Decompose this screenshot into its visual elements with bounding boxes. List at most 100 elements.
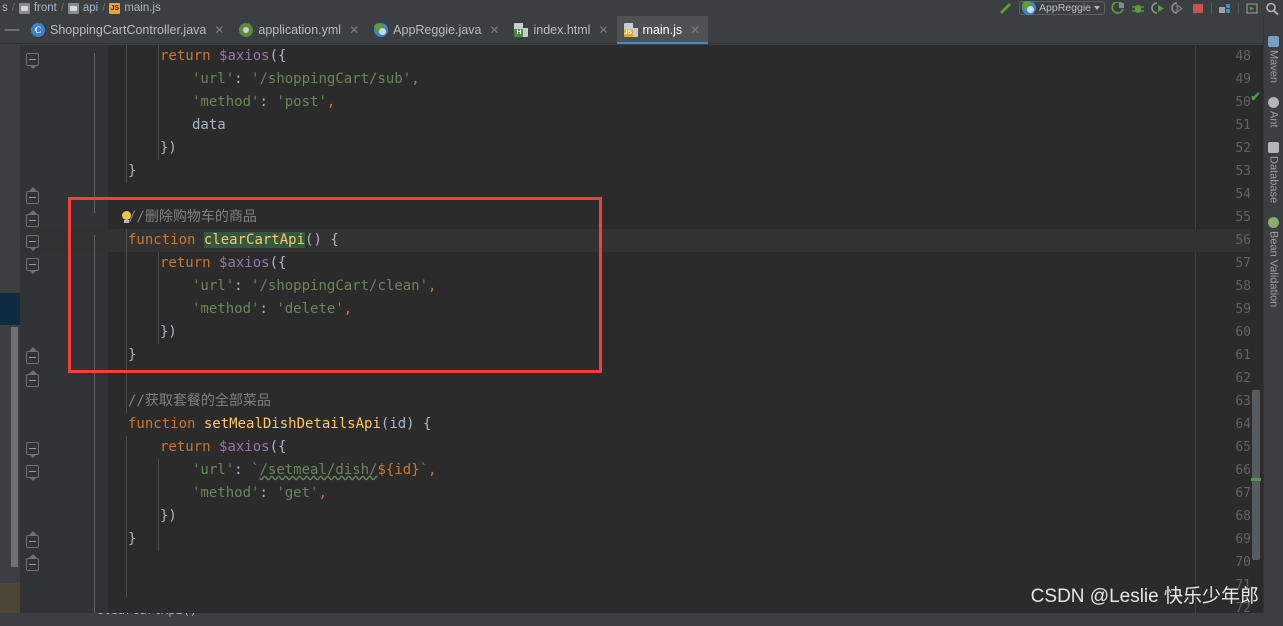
code-line[interactable]: 53} (20, 160, 1263, 183)
code-line[interactable]: 66 'url': `/setmeal/dish/${id}`, (20, 459, 1263, 482)
code-text: } (128, 163, 137, 179)
yaml-file-icon (239, 23, 254, 37)
line-number: 63 (1235, 394, 1251, 409)
toolwindow-bean-validation[interactable]: Bean Validation (1268, 216, 1280, 307)
code-line[interactable]: 65 return $axios({ (20, 436, 1263, 459)
line-number: 48 (1235, 49, 1251, 64)
line-number: 56 (1235, 233, 1251, 248)
code-text: 'url': '/shoppingCart/sub', (192, 71, 420, 87)
code-editor[interactable]: 48 return $axios({ 49 'url': '/shoppingCart… (20, 45, 1263, 613)
code-line[interactable]: 54 (20, 183, 1263, 206)
line-number: 58 (1235, 279, 1251, 294)
run-configuration-label: AppReggie (1039, 2, 1091, 14)
editor-scrollbar-thumb[interactable] (1252, 390, 1260, 560)
line-number: 49 (1235, 72, 1251, 87)
indent-guide (158, 45, 159, 160)
tab-appreggie-java[interactable]: AppReggie.java ✕ (367, 16, 507, 44)
hammer-build-icon[interactable] (999, 2, 1013, 15)
code-text: 'method': 'delete', (192, 301, 353, 317)
line-number: 60 (1235, 325, 1251, 340)
tab-label: ShoppingCartController.java (50, 23, 207, 37)
layout-icon[interactable] (1218, 2, 1232, 15)
tab-shoppingcartcontroller-java[interactable]: C ShoppingCartController.java ✕ (24, 16, 232, 44)
close-icon[interactable]: ✕ (489, 23, 499, 37)
run-configuration-selector[interactable]: AppReggie (1019, 1, 1105, 15)
code-line[interactable]: 51 data (20, 114, 1263, 137)
run-anything-icon[interactable] (1245, 2, 1259, 15)
breadcrumb-item-mainjs[interactable]: main.js (124, 2, 160, 14)
folder-icon (67, 2, 79, 14)
bean-validation-icon (1268, 216, 1279, 228)
tab-index-html[interactable]: H index.html ✕ (507, 16, 616, 44)
indent-guide (158, 459, 159, 551)
debug-icon[interactable] (1131, 2, 1145, 15)
line-number: 67 (1235, 486, 1251, 501)
line-number: 54 (1235, 187, 1251, 202)
code-line[interactable]: 62 (20, 367, 1263, 390)
code-line[interactable]: 59 'method': 'delete', (20, 298, 1263, 321)
collapse-tabs-icon[interactable]: — (0, 16, 24, 43)
run-icon[interactable] (1111, 0, 1125, 15)
inspection-ok-icon[interactable]: ✔ (1250, 89, 1261, 105)
code-line[interactable]: 63 //获取套餐的全部菜品 (20, 390, 1263, 413)
toolwindow-label: Database (1267, 155, 1280, 203)
code-line[interactable]: 67 'method': 'get', (20, 482, 1263, 505)
code-line[interactable]: 49 'url': '/shoppingCart/sub', (20, 68, 1263, 91)
indent-guide (126, 229, 127, 413)
code-line[interactable]: 55 //删除购物车的商品 (20, 206, 1263, 229)
search-everywhere-icon[interactable] (1265, 2, 1279, 15)
breadcrumb-item-api[interactable]: api (83, 2, 98, 14)
code-line[interactable]: 48 return $axios({ (20, 45, 1263, 68)
breadcrumb: s / front / api / JS main.js (0, 2, 161, 14)
code-line[interactable]: 56 function clearCartApi() { (20, 229, 1263, 252)
run-with-coverage-icon[interactable] (1151, 1, 1165, 15)
code-text: data (192, 117, 226, 133)
js-badge: JS (623, 29, 633, 37)
toolwindow-ant[interactable]: Ant (1268, 97, 1280, 128)
code-line[interactable]: 50 'method': 'post', (20, 91, 1263, 114)
code-line[interactable]: 60}) (20, 321, 1263, 344)
editor-scrollbar-track[interactable] (1250, 45, 1263, 613)
stop-icon[interactable] (1191, 2, 1205, 15)
close-icon[interactable]: ✕ (214, 23, 224, 37)
close-icon[interactable]: ✕ (349, 23, 359, 37)
structure-breadcrumb[interactable]: clearCartApi() (96, 613, 197, 617)
code-text: //删除购物车的商品 (128, 209, 257, 225)
spring-boot-class-icon (374, 23, 389, 37)
code-line[interactable]: 52}) (20, 137, 1263, 160)
line-number: 50 (1235, 95, 1251, 110)
html-badge: H (514, 29, 524, 37)
folder-icon (18, 2, 30, 14)
tab-label: main.js (642, 23, 683, 37)
line-number: 69 (1235, 532, 1251, 547)
line-number: 52 (1235, 141, 1251, 156)
tab-application-yml[interactable]: application.yml ✕ (232, 16, 367, 44)
toolwindow-database[interactable]: Database (1267, 141, 1280, 203)
breadcrumb-item-front[interactable]: front (34, 2, 57, 14)
code-line[interactable]: 61} (20, 344, 1263, 367)
left-panel-highlight (0, 583, 20, 613)
maven-icon (1268, 36, 1279, 47)
code-line[interactable]: 69} (20, 528, 1263, 551)
toolbar-divider (1211, 2, 1212, 14)
profile-icon[interactable] (1171, 1, 1185, 15)
code-line[interactable]: 68}) (20, 505, 1263, 528)
lightbulb-icon[interactable] (121, 211, 132, 224)
database-icon (1268, 141, 1279, 153)
toolwindow-label: Maven (1267, 50, 1280, 84)
close-icon[interactable]: ✕ (690, 23, 700, 37)
tab-main-js[interactable]: JS main.js ✕ (616, 16, 709, 44)
toolwindow-maven[interactable]: Maven (1268, 36, 1280, 83)
toolbar-divider (1238, 2, 1239, 14)
code-line[interactable]: 70 (20, 551, 1263, 574)
toolwindow-label: Ant (1267, 111, 1280, 128)
left-panel-scrollbar[interactable] (11, 327, 18, 567)
code-line[interactable]: 57 return $axios({ (20, 252, 1263, 275)
close-icon[interactable]: ✕ (598, 23, 608, 37)
ant-icon (1268, 97, 1279, 109)
code-text: return $axios({ (160, 48, 287, 64)
code-line[interactable]: 58 'url': '/shoppingCart/clean', (20, 275, 1263, 298)
code-line[interactable]: 64 function setMealDishDetailsApi(id) { (20, 413, 1263, 436)
